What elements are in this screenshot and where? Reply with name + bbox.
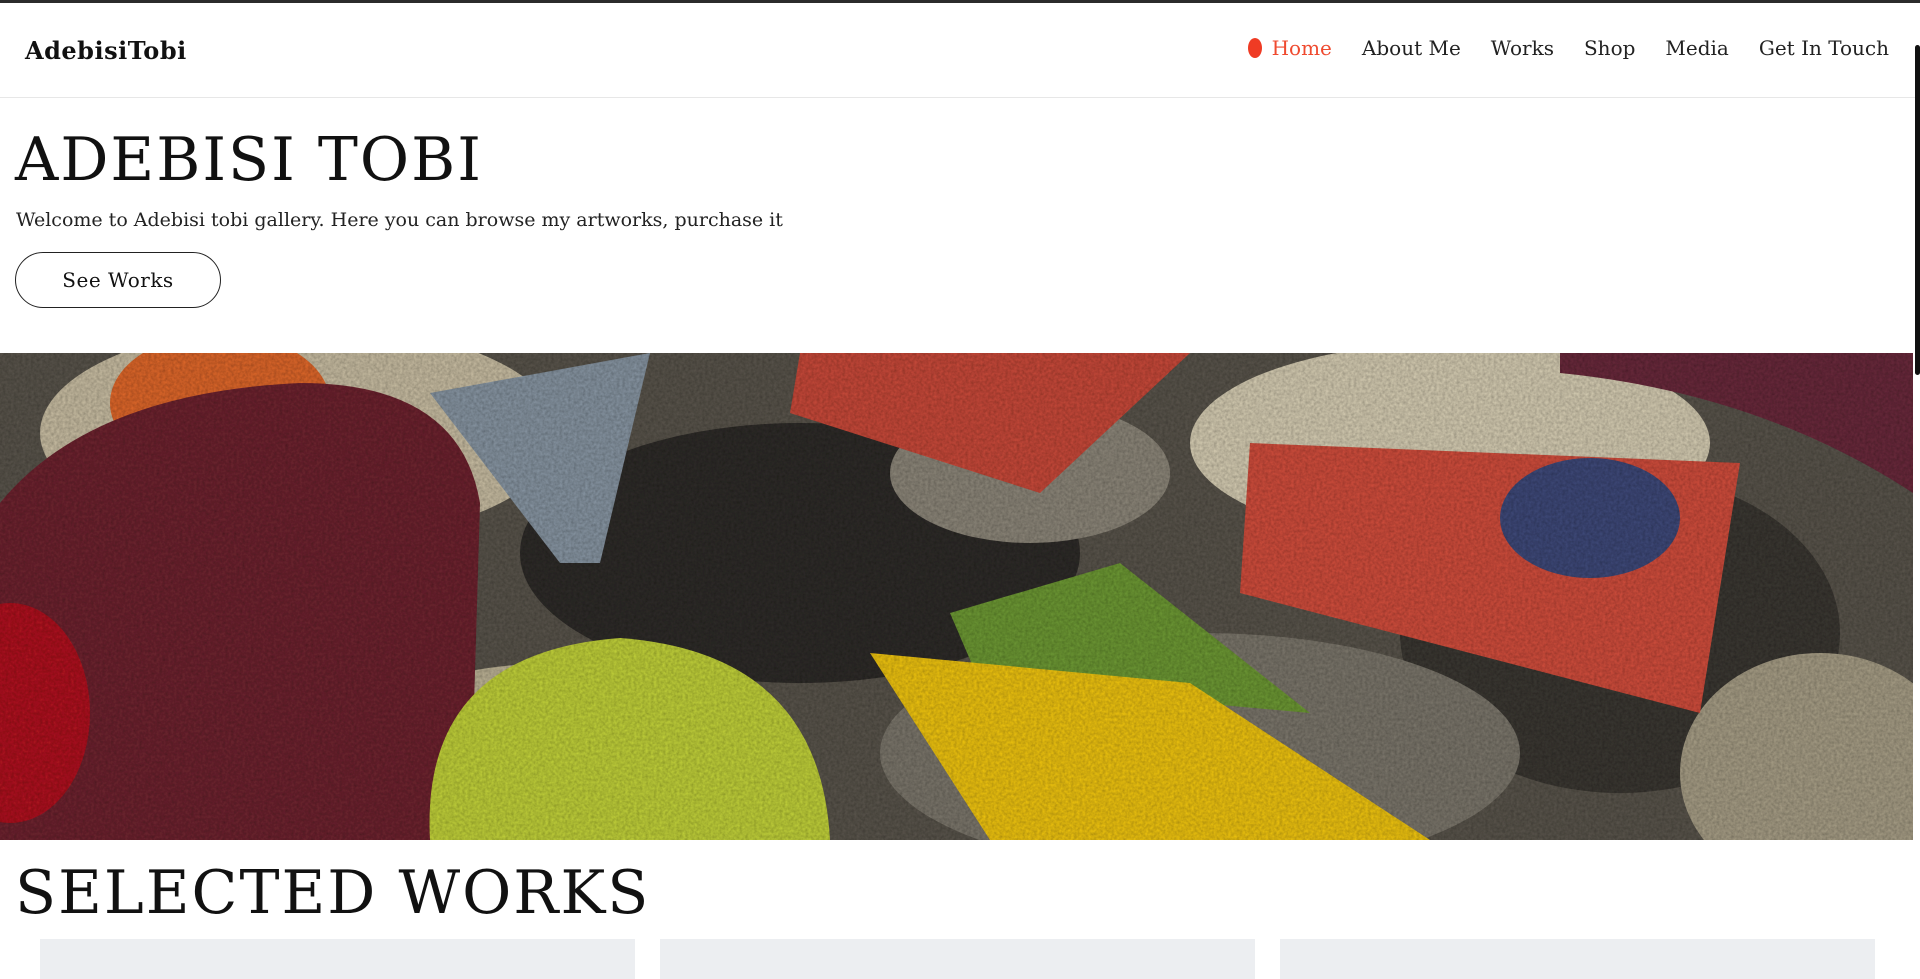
nav-label: About Me (1361, 36, 1461, 60)
nav-item-home[interactable]: Home (1247, 36, 1332, 60)
see-works-button[interactable]: See Works (15, 252, 221, 308)
site-header: AdebisiTobi Home About Me Works Shop Med… (0, 3, 1920, 98)
works-grid (40, 939, 1875, 979)
nav-label: Media (1665, 36, 1729, 60)
work-card[interactable] (660, 939, 1255, 979)
nav-item-shop[interactable]: Shop (1584, 36, 1635, 60)
nav-item-works[interactable]: Works (1491, 36, 1554, 60)
hero-banner-image (0, 353, 1913, 840)
active-indicator-icon (1247, 38, 1262, 58)
work-card[interactable] (1280, 939, 1875, 979)
nav-label: Get In Touch (1758, 36, 1889, 60)
nav-item-media[interactable]: Media (1665, 36, 1728, 60)
nav-label: Shop (1583, 36, 1636, 60)
work-card[interactable] (40, 939, 635, 979)
nav-item-contact[interactable]: Get In Touch (1759, 36, 1889, 60)
brand-logo[interactable]: AdebisiTobi (25, 36, 187, 65)
nav-item-about[interactable]: About Me (1362, 36, 1461, 60)
page-scrollbar[interactable] (1915, 45, 1920, 375)
main-nav: Home About Me Works Shop Media Get In To… (1247, 36, 1889, 60)
hero-title: ADEBISI TOBI (15, 125, 483, 195)
selected-works-title: SELECTED WORKS (15, 858, 651, 928)
hero-subtitle: Welcome to Adebisi tobi gallery. Here yo… (16, 209, 783, 231)
nav-label: Home (1271, 36, 1332, 60)
nav-label: Works (1490, 36, 1554, 60)
